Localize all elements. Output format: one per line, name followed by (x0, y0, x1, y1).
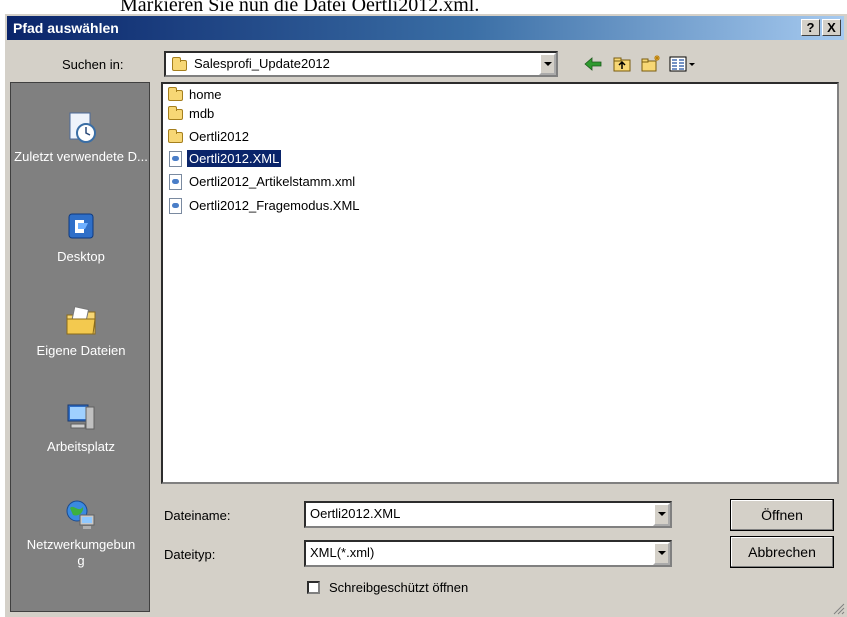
filetype-label: Dateityp: (164, 547, 216, 562)
filetype-combo[interactable]: XML(*.xml) (304, 540, 672, 567)
folder-icon (167, 86, 185, 103)
cancel-button[interactable]: Abbrechen (730, 536, 834, 568)
recent-documents-icon (69, 112, 96, 143)
my-computer-icon (67, 404, 95, 430)
xml-file-icon (167, 150, 185, 167)
file-name: Oertli2012 (189, 129, 249, 145)
place-recent-label: Zuletzt verwendete D... (14, 149, 148, 164)
place-my-computer[interactable]: Arbeitsplatz (11, 401, 151, 454)
file-name: Oertli2012_Fragemodus.XML (189, 198, 360, 214)
place-my-documents-label: Eigene Dateien (36, 343, 126, 358)
file-list-item-selected[interactable]: Oertli2012.XML (167, 149, 283, 170)
readonly-checkbox[interactable] (307, 581, 320, 594)
place-recent[interactable]: Zuletzt verwendete D... (11, 111, 151, 164)
places-bar: Zuletzt verwendete D... Desktop Eigene D… (10, 82, 150, 612)
place-desktop-label: Desktop (57, 249, 105, 264)
file-name: Oertli2012_Artikelstamm.xml (189, 174, 356, 190)
file-name: Oertli2012.XML (185, 149, 283, 169)
xml-file-icon (167, 173, 185, 190)
chevron-down-icon[interactable] (653, 503, 670, 526)
place-my-documents[interactable]: Eigene Dateien (11, 305, 151, 358)
file-name: mdb (189, 106, 215, 122)
filename-combo[interactable]: Oertli2012.XML (304, 501, 672, 528)
file-list[interactable]: home mdb Oertli2012 Oertli2012.XML Oertl… (161, 82, 839, 484)
folder-icon (167, 128, 185, 145)
new-folder-icon[interactable] (640, 53, 662, 75)
lookin-value: Salesprofi_Update2012 (194, 56, 330, 71)
file-list-item[interactable]: home (167, 86, 224, 106)
dialog-title: Pfad auswählen (13, 20, 119, 36)
place-network[interactable]: Netzwerkumgebung (11, 499, 151, 569)
xml-file-icon (167, 197, 185, 214)
file-list-item[interactable]: Oertli2012_Artikelstamm.xml (167, 173, 357, 193)
title-bar: Pfad auswählen ? X (7, 16, 844, 40)
file-list-item[interactable]: Oertli2012 (167, 128, 251, 148)
place-desktop[interactable]: Desktop (11, 211, 151, 264)
up-folder-icon[interactable] (611, 53, 633, 75)
folder-icon (171, 57, 189, 73)
lookin-label: Suchen in: (62, 57, 124, 72)
filename-label: Dateiname: (164, 508, 231, 523)
chevron-down-icon[interactable] (653, 542, 670, 565)
chevron-down-icon[interactable] (539, 53, 556, 75)
back-arrow-icon[interactable] (582, 53, 604, 75)
place-my-computer-label: Arbeitsplatz (47, 439, 115, 454)
file-list-item[interactable]: mdb (167, 105, 216, 125)
desktop-icon (68, 213, 94, 239)
view-menu-icon[interactable] (668, 53, 698, 75)
file-name: home (189, 87, 222, 103)
readonly-label: Schreibgeschützt öffnen (329, 580, 469, 595)
filename-value: Oertli2012.XML (310, 506, 401, 521)
network-icon (66, 500, 95, 529)
close-button[interactable]: X (822, 19, 841, 36)
place-network-label: Netzwerkumgebung (26, 537, 136, 568)
file-open-dialog: Pfad auswählen ? X Suchen in: Salesprofi… (4, 13, 847, 617)
folder-icon (167, 105, 185, 122)
help-button[interactable]: ? (801, 19, 820, 36)
filetype-value: XML(*.xml) (310, 545, 375, 560)
lookin-combo[interactable]: Salesprofi_Update2012 (164, 51, 558, 77)
my-documents-icon (66, 306, 96, 335)
file-list-item[interactable]: Oertli2012_Fragemodus.XML (167, 197, 362, 217)
resize-grip-icon[interactable] (833, 603, 845, 615)
open-button[interactable]: Öffnen (730, 499, 834, 531)
